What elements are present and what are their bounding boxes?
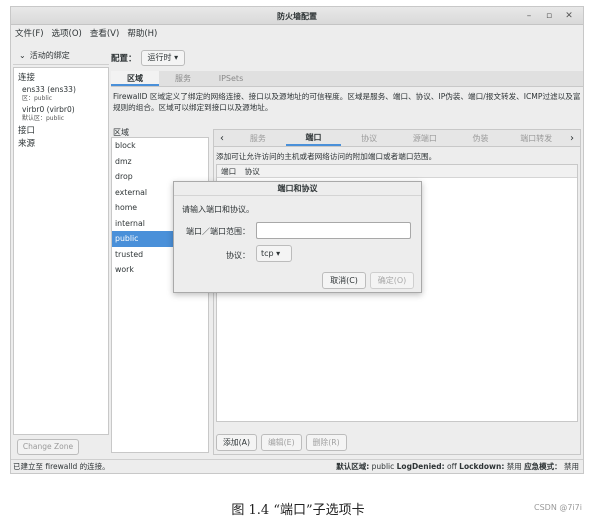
panic-mode-value: 禁用 (564, 462, 579, 471)
connection-zone: 区：public (22, 95, 53, 102)
interfaces-header: 接口 (18, 126, 36, 136)
ok-button[interactable]: 确定(O) (370, 272, 414, 289)
default-zone-label: 默认区域: (336, 462, 370, 471)
change-zone-button[interactable]: Change Zone (17, 439, 79, 455)
config-mode-dropdown[interactable]: 运行时 ▾ (140, 50, 186, 66)
tab-zones[interactable]: 区域 (111, 71, 159, 86)
panic-mode-label: 应急模式： (524, 462, 562, 471)
tab-zone-masquerade[interactable]: 伪装 (453, 133, 509, 144)
maximize-button[interactable]: ▫ (543, 10, 555, 22)
config-label: 配置： (111, 54, 137, 64)
remove-port-button[interactable]: 删除(R) (305, 434, 347, 451)
connection-name: virbr0 (virbr0) (22, 105, 75, 114)
active-bindings-panel: ⌄ 活动的绑定 连接 ens33 (ens33) 区：public virbr0… (13, 47, 109, 457)
dropdown-arrow-icon: ▾ (276, 249, 281, 258)
tab-zone-port-forward[interactable]: 端口转发 (508, 133, 564, 144)
menu-file[interactable]: 文件(F) (15, 27, 44, 39)
figure-caption: 图 1.4 “端口”子选项卡 (231, 503, 365, 518)
scroll-right-icon[interactable]: › (564, 133, 580, 144)
chevron-down-icon: ⌄ (19, 51, 26, 60)
menu-view[interactable]: 查看(V) (90, 27, 119, 39)
tab-zone-services[interactable]: 服务 (230, 133, 286, 144)
dialog-prompt: 请输入端口和协议。 (182, 205, 254, 214)
connection-item-virbr0[interactable]: virbr0 (virbr0) 默认区：public (22, 105, 104, 123)
zone-description: FirewallD 区域定义了绑定的网络连接、接口以及源地址的可信程度。区域是服… (113, 92, 581, 112)
menu-help[interactable]: 帮助(H) (127, 27, 157, 39)
column-port[interactable]: 端口 (221, 167, 236, 176)
connection-item-ens33[interactable]: ens33 (ens33) 区：public (22, 85, 104, 103)
config-row: 配置： 运行时 ▾ (111, 47, 583, 69)
default-zone-value: public (371, 462, 395, 471)
zone-settings-tabs: ‹ 服务 端口 协议 源端口 伪装 端口转发 › (214, 130, 580, 147)
lockdown-value: 禁用 (506, 462, 522, 471)
minimize-button[interactable]: – (523, 10, 535, 22)
zone-item-dmz[interactable]: dmz (112, 154, 208, 170)
tab-zone-ports[interactable]: 端口 (285, 131, 342, 146)
zone-item-block[interactable]: block (112, 138, 208, 154)
window-title: 防火墙配置 (277, 12, 317, 21)
active-bindings-label: 活动的绑定 (29, 51, 70, 60)
status-connection: 已建立至 firewalld 的连接。 (13, 462, 110, 471)
port-range-input[interactable] (256, 222, 411, 239)
watermark: CSDN @7i7i (534, 503, 582, 512)
scroll-left-icon[interactable]: ‹ (214, 133, 230, 144)
log-denied-value: off (447, 462, 457, 471)
connection-name: ens33 (ens33) (22, 85, 76, 94)
ports-table-header: 端口 协议 (217, 165, 577, 178)
log-denied-label: LogDenied: (396, 462, 445, 471)
add-port-button[interactable]: 添加(A) (216, 434, 258, 451)
connection-zone: 默认区：public (22, 115, 65, 122)
config-mode-value: 运行时 (147, 53, 172, 62)
dropdown-arrow-icon: ▾ (174, 53, 179, 62)
bindings-list: 连接 ens33 (ens33) 区：public virbr0 (virbr0… (13, 67, 109, 435)
protocol-dropdown[interactable]: tcp ▾ (256, 245, 292, 262)
tab-zone-protocols[interactable]: 协议 (341, 133, 397, 144)
connections-header: 连接 (18, 73, 36, 83)
tab-zone-source-ports[interactable]: 源端口 (397, 133, 453, 144)
top-tabs: 区域 服务 IPSets (111, 71, 583, 87)
active-bindings-toggle[interactable]: ⌄ 活动的绑定 (13, 47, 109, 65)
sources-header: 来源 (18, 139, 36, 149)
status-details: 默认区域: public LogDenied: off Lockdown: 禁用… (336, 460, 579, 474)
cancel-button[interactable]: 取消(C) (322, 272, 366, 289)
close-button[interactable]: ✕ (563, 10, 575, 22)
status-bar: 已建立至 firewalld 的连接。 默认区域: public LogDeni… (11, 459, 583, 473)
tab-services[interactable]: 服务 (159, 71, 207, 86)
protocol-label: 协议： (226, 251, 250, 260)
ports-actions: 添加(A) 编辑(E) 删除(R) (216, 434, 347, 451)
dialog-title: 端口和协议 (174, 182, 421, 196)
edit-port-button[interactable]: 编辑(E) (261, 434, 302, 451)
tab-ipsets[interactable]: IPSets (207, 71, 255, 86)
port-protocol-dialog: 端口和协议 请输入端口和协议。 端口／端口范围： 协议： tcp ▾ 取消(C)… (173, 181, 422, 293)
protocol-value: tcp (261, 249, 274, 258)
port-range-label: 端口／端口范围： (186, 227, 250, 236)
lockdown-label: Lockdown: (459, 462, 505, 471)
menu-bar: 文件(F) 选项(O) 查看(V) 帮助(H) (11, 25, 583, 41)
menu-options[interactable]: 选项(O) (52, 27, 82, 39)
title-bar: 防火墙配置 – ▫ ✕ (11, 7, 583, 25)
column-protocol[interactable]: 协议 (245, 167, 260, 176)
